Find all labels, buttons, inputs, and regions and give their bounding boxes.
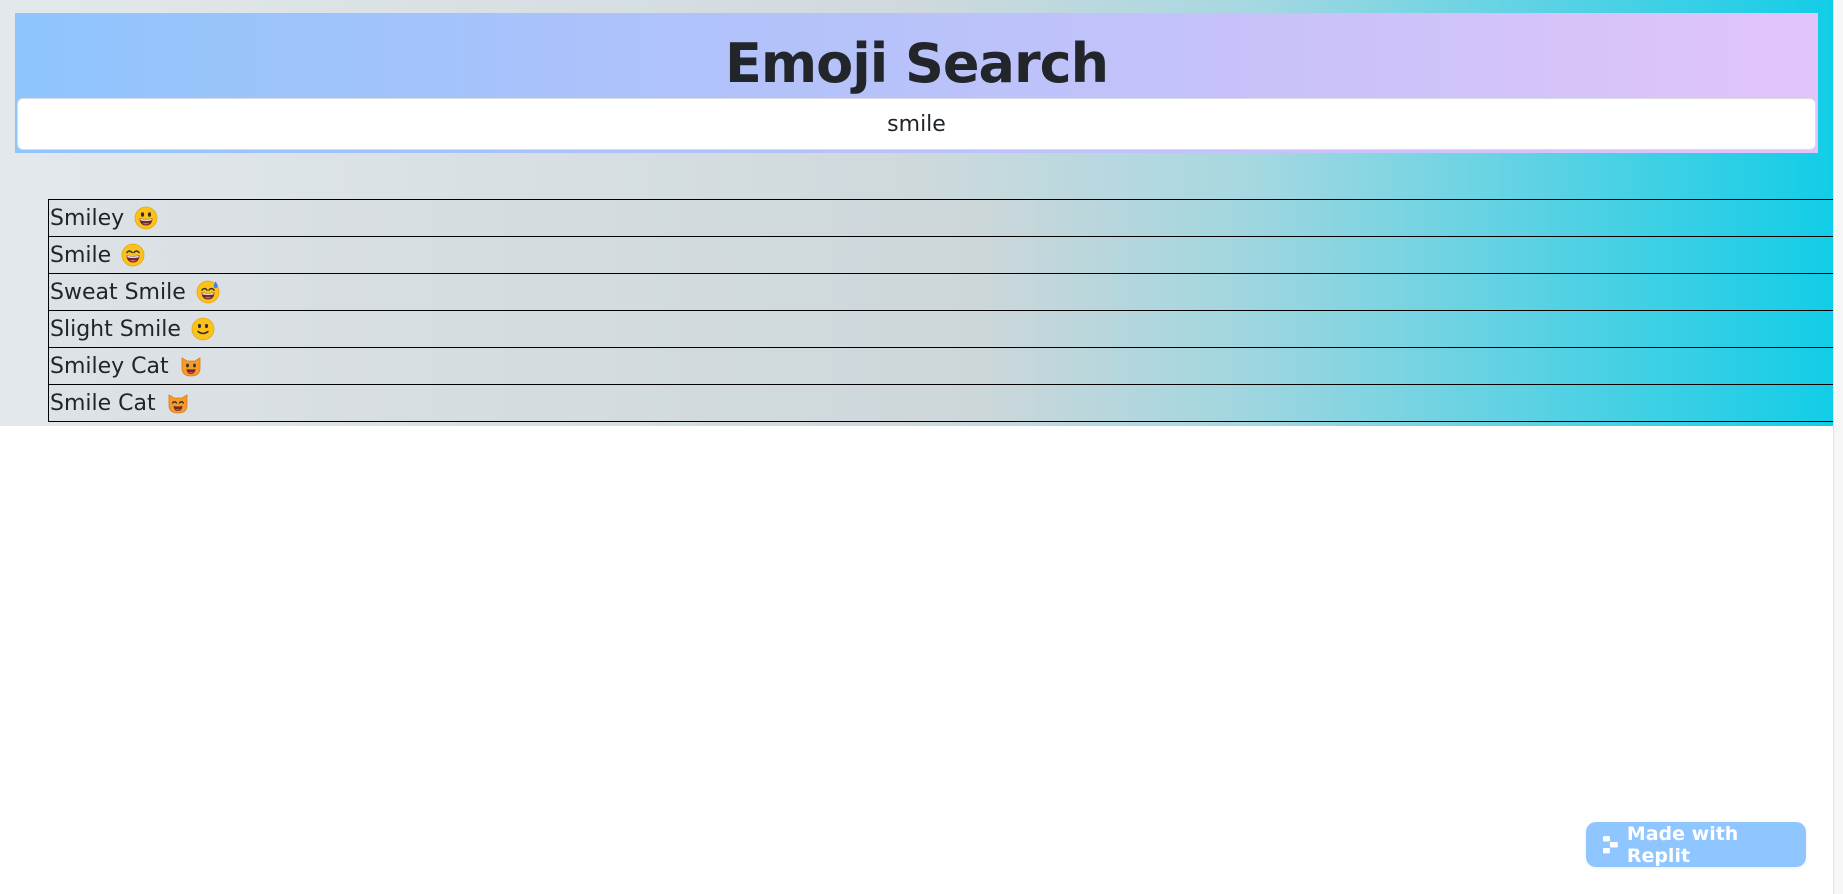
slightly-smiling-face-icon bbox=[191, 317, 215, 341]
app-container: Emoji Search Smiley Smile bbox=[0, 0, 1834, 426]
result-row-smiley-cat[interactable]: Smiley Cat bbox=[48, 347, 1834, 385]
result-label: Smiley bbox=[50, 205, 125, 231]
result-label: Smiley Cat bbox=[50, 353, 169, 379]
grinning-cat-smiling-eyes-icon bbox=[166, 391, 190, 415]
result-label: Smile Cat bbox=[50, 390, 156, 416]
result-label: Slight Smile bbox=[50, 316, 181, 342]
grinning-face-sweat-icon bbox=[196, 280, 220, 304]
result-row-slight-smile[interactable]: Slight Smile bbox=[48, 310, 1834, 348]
made-with-replit-badge[interactable]: Made with Replit bbox=[1586, 822, 1806, 867]
result-row-smile[interactable]: Smile bbox=[48, 236, 1834, 274]
grinning-face-smiling-eyes-icon bbox=[121, 243, 145, 267]
result-row-sweat-smile[interactable]: Sweat Smile bbox=[48, 273, 1834, 311]
replit-logo-icon bbox=[1603, 835, 1618, 853]
grinning-face-big-eyes-icon bbox=[134, 206, 158, 230]
search-input[interactable] bbox=[17, 98, 1816, 150]
scrollbar[interactable] bbox=[1833, 0, 1843, 894]
badge-label: Made with Replit bbox=[1626, 822, 1739, 867]
page-title: Emoji Search bbox=[724, 32, 1109, 95]
grinning-cat-icon bbox=[179, 354, 203, 378]
result-row-smile-cat[interactable]: Smile Cat bbox=[48, 384, 1834, 422]
result-label: Sweat Smile bbox=[50, 279, 186, 305]
header: Emoji Search bbox=[15, 13, 1818, 153]
results-list: Smiley Smile Sweat Smile Slight Smile Sm… bbox=[48, 199, 1834, 422]
result-row-smiley[interactable]: Smiley bbox=[48, 199, 1834, 237]
result-label: Smile bbox=[50, 242, 112, 268]
